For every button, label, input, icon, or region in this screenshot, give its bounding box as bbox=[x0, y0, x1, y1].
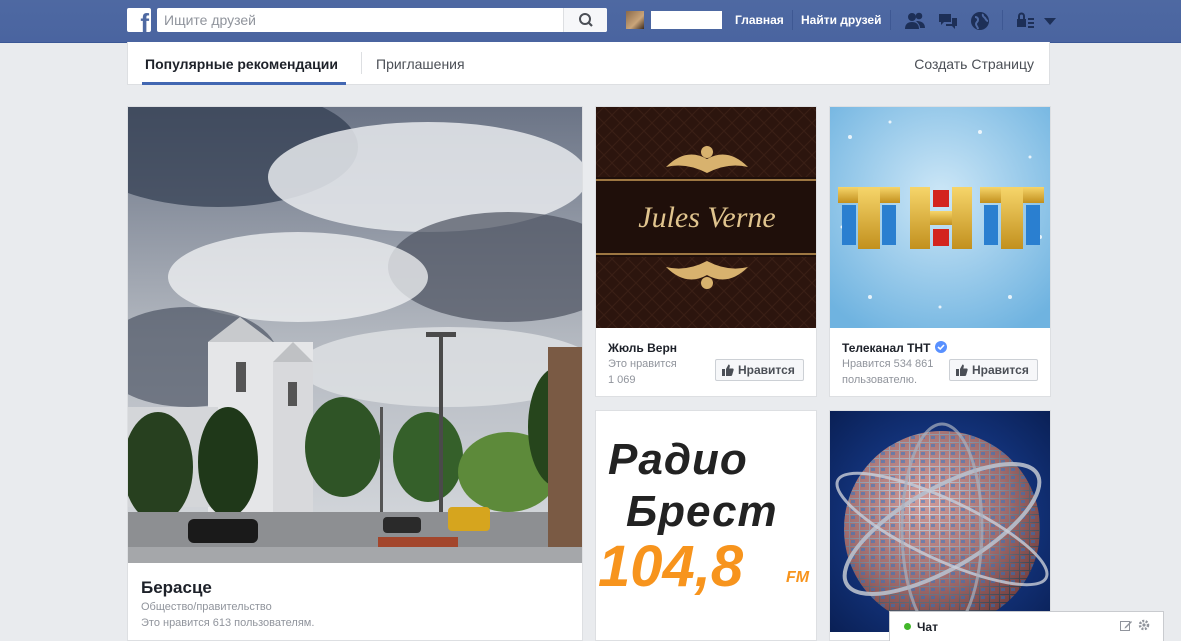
like-button-label: Нравится bbox=[972, 363, 1029, 377]
nav-divider bbox=[792, 10, 793, 30]
like-button[interactable]: Нравится bbox=[949, 359, 1038, 381]
jules-verne-logo-text: Jules Verne bbox=[638, 201, 775, 234]
online-status-icon bbox=[904, 623, 911, 630]
nav-home-link[interactable]: Главная bbox=[735, 13, 784, 27]
tab-invites[interactable]: Приглашения bbox=[376, 56, 465, 72]
create-page-link[interactable]: Создать Страницу bbox=[914, 56, 1034, 72]
page-card-jules-verne[interactable]: Jules Verne Жюль Верн Это нравится 1 069… bbox=[595, 106, 817, 397]
jules-verne-logo[interactable]: Jules Verne bbox=[596, 107, 817, 328]
verified-badge-icon bbox=[935, 341, 947, 353]
messages-icon[interactable] bbox=[937, 10, 959, 32]
thumbs-up-icon bbox=[722, 364, 734, 376]
search-button[interactable] bbox=[563, 8, 607, 32]
friend-requests-icon[interactable] bbox=[904, 10, 926, 32]
radio-brest-logo[interactable]: Радио Брест 104,8 FM bbox=[596, 411, 816, 632]
top-bar: f Главная Найти друзей bbox=[0, 0, 1181, 43]
page-likes-count: Нравится 534 861 bbox=[842, 358, 934, 370]
thumbs-up-icon bbox=[956, 364, 968, 376]
like-button-label: Нравится bbox=[738, 363, 795, 377]
page-card-radio-brest[interactable]: Радио Брест 104,8 FM bbox=[595, 410, 817, 641]
chat-label: Чат bbox=[917, 620, 938, 634]
profile-avatar[interactable] bbox=[626, 11, 644, 29]
chat-settings-gear-icon[interactable] bbox=[1137, 618, 1151, 632]
search-icon bbox=[579, 13, 593, 27]
page-likes-count: Это нравится bbox=[608, 358, 677, 370]
page-likes-count-number: 1 069 bbox=[608, 374, 636, 386]
page-card-berasce[interactable]: Берасце Общество/правительство Это нрави… bbox=[127, 106, 583, 641]
page-title[interactable]: Жюль Верн bbox=[608, 341, 677, 355]
radio-logo-unit: FM bbox=[786, 569, 810, 586]
active-tab-indicator bbox=[142, 82, 346, 85]
like-button[interactable]: Нравится bbox=[715, 359, 804, 381]
new-message-icon[interactable] bbox=[1120, 619, 1133, 632]
tab-popular[interactable]: Популярные рекомендации bbox=[145, 56, 338, 72]
privacy-shortcuts-icon[interactable] bbox=[1014, 10, 1036, 32]
nav-find-friends-link[interactable]: Найти друзей bbox=[801, 13, 881, 27]
radio-logo-line2: Брест bbox=[626, 487, 778, 536]
account-dropdown-icon[interactable] bbox=[1040, 10, 1062, 32]
profile-name[interactable] bbox=[651, 11, 722, 29]
page-likes-count-suffix: пользователю. bbox=[842, 374, 918, 386]
chat-bar[interactable]: Чат bbox=[889, 611, 1164, 641]
radio-logo-line1: Радио bbox=[608, 435, 748, 484]
page-card-globe[interactable] bbox=[829, 410, 1051, 641]
facebook-logo-icon[interactable]: f bbox=[127, 8, 151, 32]
recommendation-tabs: Популярные рекомендации Приглашения Созд… bbox=[127, 42, 1050, 85]
page-title[interactable]: Берасце bbox=[141, 578, 212, 598]
page-category: Общество/правительство bbox=[141, 601, 272, 613]
page-card-tnt[interactable]: Телеканал ТНТ Нравится 534 861 пользоват… bbox=[829, 106, 1051, 397]
search-input[interactable] bbox=[164, 11, 554, 29]
radio-logo-frequency: 104,8 bbox=[598, 534, 744, 599]
nav-divider bbox=[890, 10, 891, 30]
tab-divider bbox=[361, 52, 362, 74]
search-box bbox=[157, 8, 607, 32]
nav-divider bbox=[1002, 10, 1003, 30]
tnt-logo[interactable] bbox=[830, 107, 1051, 328]
page-likes-count: Это нравится 613 пользователям. bbox=[141, 617, 315, 629]
page-title[interactable]: Телеканал ТНТ bbox=[842, 341, 930, 355]
berasce-cover-photo[interactable] bbox=[128, 107, 583, 563]
notifications-globe-icon[interactable] bbox=[969, 10, 991, 32]
media-globe-photo[interactable] bbox=[830, 411, 1051, 632]
